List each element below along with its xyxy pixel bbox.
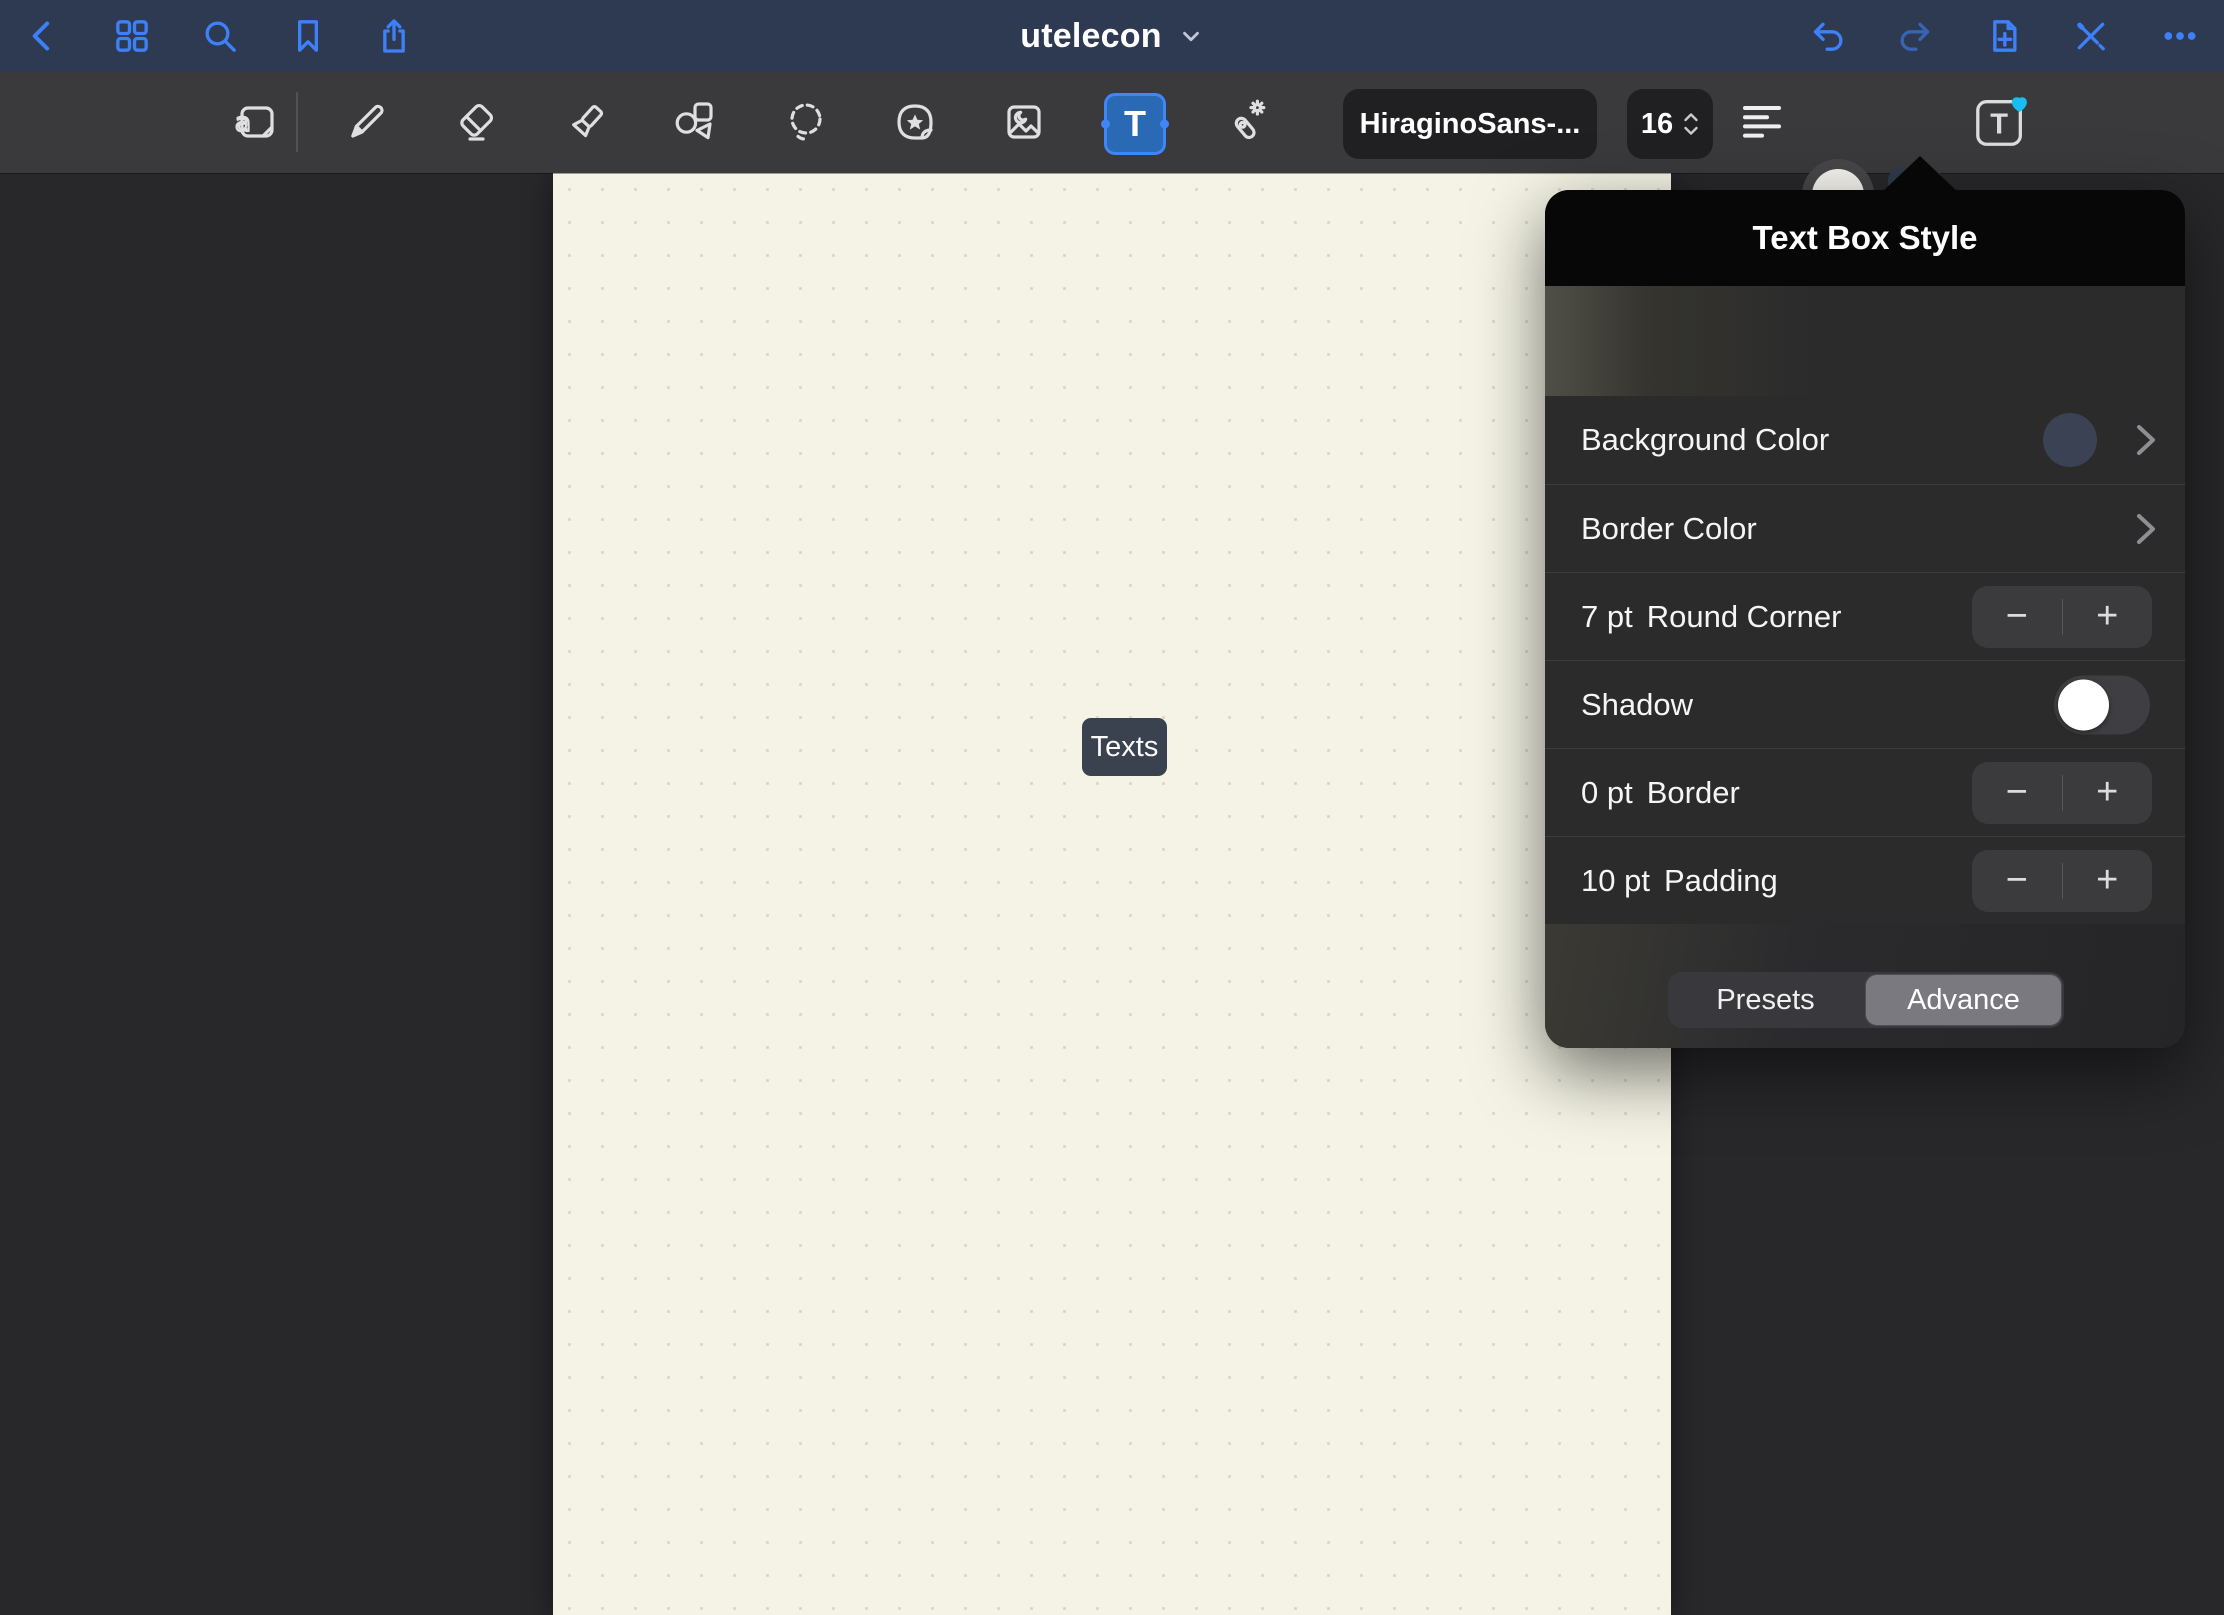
textbox-style-button[interactable]: T	[1972, 93, 2030, 151]
sticker-tool-button[interactable]	[891, 98, 939, 146]
more-options-button[interactable]	[2158, 14, 2202, 58]
font-family-button[interactable]: HiraginoSans-...	[1343, 89, 1597, 159]
size-up-down-icon	[1683, 108, 1699, 140]
text-handle-left	[1101, 120, 1110, 129]
text-handle-right	[1160, 120, 1169, 129]
svg-text:a: a	[235, 108, 251, 138]
border-stepper: − +	[1972, 762, 2152, 824]
title-chevron-down-icon	[1178, 23, 1204, 49]
pen-tool-button[interactable]	[342, 98, 390, 146]
undo-button[interactable]	[1806, 14, 1850, 58]
panel-footer: Presets Advance	[1545, 924, 2185, 1048]
text-tool-icon: T	[1124, 103, 1146, 145]
padding-value: 10 pt	[1581, 863, 1650, 899]
row-padding: 10 pt Padding − +	[1545, 836, 2185, 924]
sticker-icon	[891, 98, 939, 146]
border-width-label: Border	[1647, 775, 1740, 811]
row-shadow: Shadow	[1545, 660, 2185, 748]
round-corner-label: Round Corner	[1647, 599, 1842, 635]
toolbar-divider	[296, 92, 298, 152]
border-color-label: Border Color	[1581, 511, 1757, 547]
panel-header: Text Box Style	[1545, 190, 2185, 286]
text-tool-button-selected[interactable]: T	[1104, 93, 1166, 155]
row-border-color[interactable]: Border Color	[1545, 484, 2185, 572]
row-round-corner: 7 pt Round Corner − +	[1545, 572, 2185, 660]
laser-pointer-icon	[1221, 98, 1269, 146]
align-left-icon	[1738, 98, 1786, 146]
padding-label: Padding	[1664, 863, 1778, 899]
page-text-mode-icon: a	[232, 98, 280, 146]
padding-minus-button[interactable]: −	[1972, 850, 2062, 912]
stop-editing-button[interactable]	[2069, 14, 2113, 58]
redo-icon	[1895, 16, 1935, 56]
popover-arrow	[1880, 156, 1960, 194]
pen-icon	[342, 98, 390, 146]
shadow-label: Shadow	[1581, 687, 1693, 723]
add-page-button[interactable]	[1982, 14, 2026, 58]
border-plus-button[interactable]: +	[2063, 762, 2153, 824]
padding-plus-button[interactable]: +	[2063, 850, 2153, 912]
row-background-color[interactable]: Background Color	[1545, 396, 2185, 484]
image-icon	[1000, 98, 1048, 146]
image-tool-button[interactable]	[1000, 98, 1048, 146]
notebook-page[interactable]	[553, 173, 1671, 1615]
undo-icon	[1808, 16, 1848, 56]
panel-title: Text Box Style	[1753, 219, 1978, 257]
round-corner-plus-button[interactable]: +	[2063, 586, 2153, 648]
ellipsis-icon	[2160, 16, 2200, 56]
background-color-swatch	[2043, 413, 2097, 467]
eraser-icon	[453, 98, 501, 146]
row-border-width: 0 pt Border − +	[1545, 748, 2185, 836]
lasso-icon	[782, 98, 830, 146]
pencil-cross-icon	[2071, 16, 2111, 56]
highlighter-tool-button[interactable]	[563, 98, 611, 146]
text-align-button[interactable]	[1738, 98, 1786, 146]
textbox-style-icon: T	[1972, 93, 2030, 151]
presets-tab[interactable]: Presets	[1668, 972, 1863, 1028]
font-size-value: 16	[1641, 108, 1673, 141]
font-size-stepper[interactable]: 16	[1627, 89, 1713, 159]
top-navigation-bar: utelecon	[0, 0, 2224, 72]
highlighter-icon	[563, 98, 611, 146]
document-title-area[interactable]: utelecon	[0, 0, 2224, 72]
background-color-label: Background Color	[1581, 422, 1829, 458]
presets-advance-segmented-control: Presets Advance	[1668, 972, 2064, 1028]
canvas-text-box[interactable]: Texts	[1082, 718, 1167, 776]
laser-pointer-button[interactable]	[1221, 98, 1269, 146]
chevron-right-icon	[2133, 421, 2159, 459]
shadow-toggle-off[interactable]	[2054, 675, 2150, 734]
shapes-icon	[670, 98, 718, 146]
lasso-tool-button[interactable]	[782, 98, 830, 146]
eraser-tool-button[interactable]	[453, 98, 501, 146]
advance-tab-selected[interactable]: Advance	[1865, 974, 2062, 1026]
padding-stepper: − +	[1972, 850, 2152, 912]
chevron-right-icon	[2133, 510, 2159, 548]
panel-preview-band	[1545, 286, 2185, 396]
page-text-mode-button[interactable]: a	[232, 98, 280, 146]
canvas-text-content: Texts	[1091, 731, 1159, 764]
font-family-label: HiraginoSans-...	[1360, 108, 1581, 141]
border-minus-button[interactable]: −	[1972, 762, 2062, 824]
textbox-style-panel: Text Box Style Background Color Border C…	[1545, 190, 2185, 1048]
heart-badge-icon	[2012, 97, 2027, 112]
svg-text:T: T	[1990, 109, 2008, 141]
shapes-tool-button[interactable]	[670, 98, 718, 146]
document-title: utelecon	[1020, 17, 1161, 56]
add-page-icon	[1984, 16, 2024, 56]
round-corner-minus-button[interactable]: −	[1972, 586, 2062, 648]
redo-button[interactable]	[1893, 14, 1937, 58]
round-corner-stepper: − +	[1972, 586, 2152, 648]
toggle-knob	[2058, 679, 2109, 730]
border-width-value: 0 pt	[1581, 775, 1633, 811]
round-corner-value: 7 pt	[1581, 599, 1633, 635]
